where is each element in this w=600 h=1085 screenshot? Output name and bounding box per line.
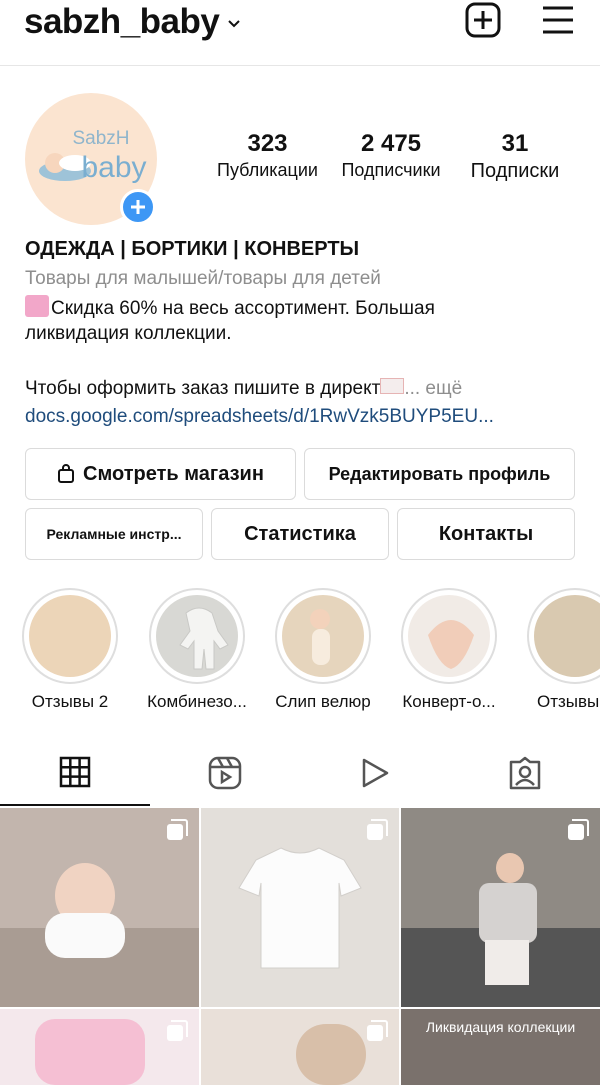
carousel-icon: [167, 1020, 188, 1041]
grid-post[interactable]: [0, 1009, 199, 1085]
carousel-icon: [568, 819, 589, 840]
highlight-item[interactable]: Слип велюр: [273, 588, 373, 712]
stat-following[interactable]: 31 Подписки: [455, 130, 575, 183]
bio-line-2: ликвидация коллекции.: [25, 323, 232, 344]
tab-reels[interactable]: [150, 740, 300, 806]
highlight-item[interactable]: Отзывы: [525, 588, 600, 712]
highlight-cover: [282, 595, 364, 677]
stat-followers[interactable]: 2 475 Подписчики: [330, 130, 452, 181]
tab-grid[interactable]: [0, 740, 150, 806]
highlight-label: Отзывы 2: [31, 692, 109, 711]
tab-videos[interactable]: [300, 740, 450, 806]
carousel-icon: [367, 819, 388, 840]
edit-profile-label: Редактировать профиль: [328, 463, 551, 484]
grid-post[interactable]: [0, 808, 199, 1007]
profile-stats: 323 Публикации 2 475 Подписчики 31 Подпи…: [205, 130, 575, 190]
reels-icon: [208, 756, 242, 790]
contacts-button[interactable]: Контакты: [397, 508, 575, 560]
ad-tools-label: Рекламные инстр...: [46, 526, 182, 542]
plus-icon: [131, 200, 145, 214]
grid-icon: [59, 756, 91, 788]
following-label: Подписки: [470, 160, 560, 182]
username: sabzh_baby: [24, 2, 220, 41]
bio-line-3: Чтобы оформить заказ пишите в директ ... …: [25, 378, 462, 400]
contacts-label: Контакты: [438, 522, 534, 545]
stat-posts[interactable]: 323 Публикации: [205, 130, 330, 181]
posts-count: 323: [247, 130, 288, 157]
shopping-bag-icon: [25, 295, 49, 317]
avatar-text-line2: baby: [81, 151, 147, 184]
menu-icon[interactable]: [540, 2, 576, 38]
bio-line-1-text: Скидка 60% на весь ассортимент. Большая: [51, 298, 435, 319]
avatar-text-line1: SabzH: [72, 128, 130, 149]
profile-name: ОДЕЖДА | БОРТИКИ | КОНВЕРТЫ: [25, 238, 360, 260]
play-icon: [362, 758, 389, 788]
chevron-down-icon: [228, 20, 241, 28]
tab-tagged[interactable]: [450, 740, 600, 806]
grid-post[interactable]: [401, 808, 600, 1007]
grid-post[interactable]: [201, 808, 399, 1007]
view-shop-button[interactable]: Смотреть магазин: [25, 448, 296, 500]
new-post-icon[interactable]: [465, 2, 501, 38]
followers-label: Подписчики: [341, 160, 441, 180]
add-story-button[interactable]: [120, 189, 156, 225]
grid-post[interactable]: [201, 1009, 399, 1085]
account-switcher[interactable]: sabzh_baby: [24, 2, 241, 42]
highlight-cover: [408, 595, 490, 677]
tagged-icon: [509, 756, 541, 790]
top-bar: sabzh_baby: [0, 0, 600, 66]
highlight-cover: [29, 595, 111, 677]
bio-more-link[interactable]: ... ещё: [404, 378, 462, 399]
love-letter-icon: [380, 378, 405, 394]
posts-label: Публикации: [217, 160, 318, 180]
shop-bag-icon: [58, 464, 75, 483]
following-count: 31: [501, 130, 529, 157]
profile-category: Товары для малышей/товары для детей: [25, 268, 381, 289]
grid-post[interactable]: Ликвидация коллекции: [401, 1009, 600, 1085]
highlight-item[interactable]: Конверт-о...: [399, 588, 499, 712]
highlight-label: Отзывы: [537, 692, 600, 711]
bio-line-1: Скидка 60% на весь ассортимент. Большая: [25, 295, 435, 320]
highlight-label: Конверт-о...: [402, 692, 496, 711]
view-shop-label: Смотреть магазин: [83, 462, 264, 485]
bio-line-3-text: Чтобы оформить заказ пишите в директ: [25, 378, 381, 399]
highlight-item[interactable]: Отзывы 2: [20, 588, 120, 712]
highlight-label: Слип велюр: [275, 692, 371, 711]
ad-tools-button[interactable]: Рекламные инстр...: [25, 508, 203, 560]
post-caption-overlay: Ликвидация коллекции: [425, 1019, 576, 1035]
carousel-icon: [167, 819, 188, 840]
profile-tabs: [0, 740, 600, 806]
followers-count: 2 475: [360, 130, 422, 157]
highlight-item[interactable]: Комбинезо...: [147, 588, 247, 712]
highlight-cover: [156, 595, 238, 677]
edit-profile-button[interactable]: Редактировать профиль: [304, 448, 575, 500]
highlight-label: Комбинезо...: [147, 692, 247, 711]
insights-button[interactable]: Статистика: [211, 508, 389, 560]
insights-label: Статистика: [244, 522, 356, 545]
bio-link[interactable]: docs.google.com/spreadsheets/d/1RwVzk5BU…: [25, 406, 494, 428]
carousel-icon: [367, 1020, 388, 1041]
highlight-cover: [534, 595, 600, 677]
